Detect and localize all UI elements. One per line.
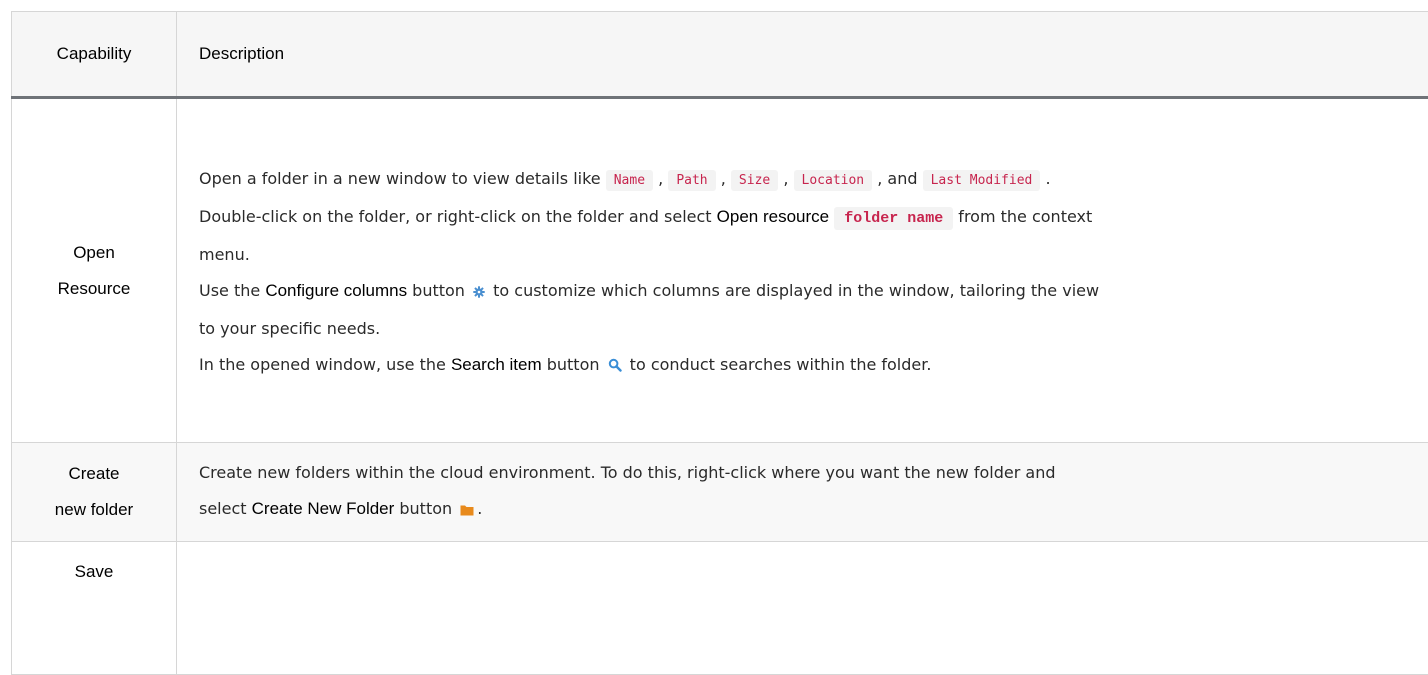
description-line: Use the Configure columns button <box>199 273 1406 311</box>
description-line: menu. <box>199 237 1406 273</box>
field-tag-last-modified: Last Modified <box>923 170 1041 191</box>
description-text: button <box>407 281 465 300</box>
gear-icon <box>473 275 485 311</box>
table-row: Open Resource Open a folder in a new win… <box>12 98 1428 443</box>
description-cell: Open a folder in a new window to view de… <box>177 98 1428 443</box>
capability-cell: Create new folder <box>12 443 177 542</box>
description-text: to conduct searches within the folder. <box>625 355 932 374</box>
description-line: to your specific needs. <box>199 311 1406 347</box>
table-header-row: Capability Description <box>12 12 1428 98</box>
description-text: button <box>542 355 600 374</box>
description-text: to customize which columns are displayed… <box>488 281 1099 300</box>
description-cell: Create new folders within the cloud envi… <box>177 443 1428 542</box>
table-row: Save <box>12 542 1428 675</box>
field-tag-path: Path <box>668 170 715 191</box>
field-tag-name: Name <box>606 170 653 191</box>
field-tag-location: Location <box>794 170 873 191</box>
description-line: Double-click on the folder, or right-cli… <box>199 199 1406 237</box>
capability-label: Resource <box>18 271 170 307</box>
description-text: button <box>394 499 452 518</box>
capability-cell: Open Resource <box>12 98 177 443</box>
period: . <box>477 499 482 518</box>
capability-label: Create <box>18 456 170 492</box>
capability-label: Open <box>18 235 170 271</box>
separator: , <box>658 169 663 188</box>
description-text: Use the <box>199 281 265 300</box>
description-text: In the opened window, use the <box>199 355 451 374</box>
separator: , <box>721 169 726 188</box>
header-description: Description <box>177 12 1428 98</box>
period: . <box>1045 169 1050 188</box>
button-name: Search item <box>451 355 542 374</box>
description-text: select <box>199 499 252 518</box>
menu-item-name: Open resource <box>717 207 829 226</box>
capability-table: Capability Description Open Resource Ope… <box>11 11 1428 675</box>
description-line: In the opened window, use the Search ite… <box>199 347 1406 385</box>
button-name: Create New Folder <box>252 499 395 518</box>
description-cell <box>177 542 1428 675</box>
button-name: Configure columns <box>265 281 407 300</box>
capability-cell: Save <box>12 542 177 675</box>
description-line: Open a folder in a new window to view de… <box>199 161 1406 199</box>
search-icon <box>608 349 622 385</box>
folder-icon <box>460 493 474 529</box>
description-line: select Create New Folder button . <box>199 491 1406 529</box>
capability-table-container: Capability Description Open Resource Ope… <box>11 11 1428 671</box>
description-text: Open a folder in a new window to view de… <box>199 169 606 188</box>
field-tag-size: Size <box>731 170 778 191</box>
header-capability: Capability <box>12 12 177 98</box>
description-line: Create new folders within the cloud envi… <box>199 455 1406 491</box>
separator: , <box>783 169 788 188</box>
capability-label: new folder <box>18 492 170 528</box>
table-row: Create new folder Create new folders wit… <box>12 443 1428 542</box>
description-text: from the context <box>953 207 1092 226</box>
folder-name-code: folder name <box>834 207 953 230</box>
conjunction: , and <box>877 169 917 188</box>
capability-label: Save <box>18 554 170 590</box>
description-text: Double-click on the folder, or right-cli… <box>199 207 717 226</box>
